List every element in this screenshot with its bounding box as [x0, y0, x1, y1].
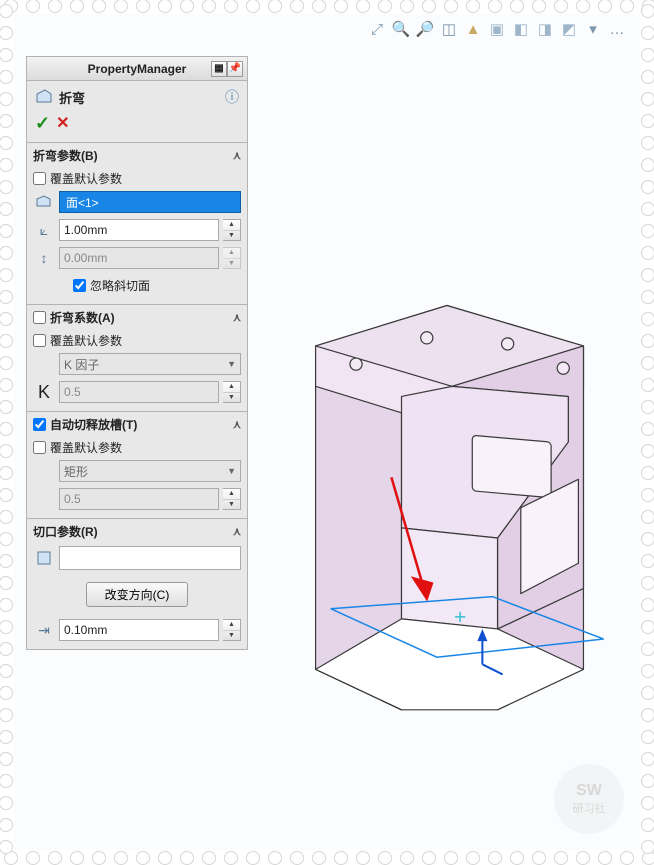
auto-relief-enable-checkbox[interactable] [33, 418, 46, 431]
k-factor-spinner[interactable]: ▲▼ [223, 381, 241, 403]
section-bend-params-header[interactable]: 折弯参数(B) ⋏ [27, 143, 247, 168]
pm-title-text: PropertyManager [88, 62, 187, 76]
cancel-button[interactable]: ✕ [56, 113, 69, 134]
apply-scene-icon[interactable]: ◩ [558, 18, 580, 40]
section-label: 折弯参数(B) [33, 147, 233, 164]
gap-icon: ⇥ [33, 619, 55, 641]
property-manager-panel: PropertyManager ▦ 📌 折弯 ⓘ ✓ ✕ 折弯参数(B) ⋏ 覆… [26, 56, 248, 650]
zoom-prev-icon[interactable]: 🔎 [414, 18, 436, 40]
ignore-bevel-checkbox[interactable] [73, 279, 86, 292]
k-factor-input[interactable]: 0.5 [59, 381, 219, 403]
bend-radius-input[interactable]: 1.00mm [59, 219, 219, 241]
view-toolbar: ⤢ 🔍 🔎 ◫ ▲ ▣ ◧ ◨ ◩ ▾ … [270, 18, 634, 46]
watermark: SW 研习社 [554, 764, 624, 834]
bend-radius-spinner[interactable]: ▲▼ [223, 219, 241, 241]
override-label: 覆盖默认参数 [50, 170, 122, 187]
chevron-down-icon: ▼ [227, 466, 236, 476]
override-label: 覆盖默认参数 [50, 332, 122, 349]
rip-edges-icon [33, 547, 55, 569]
offset-spinner: ▲▼ [223, 247, 241, 269]
gap-spinner[interactable]: ▲▼ [223, 619, 241, 641]
view-settings-icon[interactable]: ▾ [582, 18, 604, 40]
allowance-type-dropdown[interactable]: K 因子 ▼ [59, 353, 241, 375]
override-label: 覆盖默认参数 [50, 439, 122, 456]
section-label: 自动切释放槽(T) [50, 416, 233, 433]
bend-radius-icon: ⟀ [33, 219, 55, 241]
gap-input[interactable]: 0.10mm [59, 619, 219, 641]
fixed-face-icon [33, 191, 55, 213]
command-title: 折弯 [59, 88, 219, 107]
keep-visible-icon[interactable]: ▦ [211, 61, 227, 77]
ok-button[interactable]: ✓ [35, 113, 50, 134]
section-auto-relief-header[interactable]: 自动切释放槽(T) ⋏ [27, 412, 247, 437]
face-selection-value: 面<1> [66, 194, 99, 211]
bend-feature-icon [35, 88, 53, 106]
section-bend-allowance-header[interactable]: 折弯系数(A) ⋏ [27, 305, 247, 330]
k-factor-icon: K [33, 382, 55, 403]
display-style-icon[interactable]: ▣ [486, 18, 508, 40]
relief-ratio-spinner[interactable]: ▲▼ [223, 488, 241, 510]
override-default-checkbox[interactable] [33, 172, 46, 185]
relief-type-dropdown[interactable]: 矩形 ▼ [59, 460, 241, 482]
collapse-icon: ⋏ [233, 418, 241, 431]
section-label: 切口参数(R) [33, 523, 233, 540]
zoom-fit-icon[interactable]: ⤢ [366, 18, 388, 40]
change-direction-button[interactable]: 改变方向(C) [86, 582, 189, 607]
rip-edges-selection[interactable] [59, 546, 241, 570]
override-default-checkbox[interactable] [33, 334, 46, 347]
section-rip-params-header[interactable]: 切口参数(R) ⋏ [27, 519, 247, 544]
collapse-icon: ⋏ [233, 149, 241, 162]
pm-title-bar: PropertyManager ▦ 📌 [27, 57, 247, 81]
view-orientation-icon[interactable]: ▲ [462, 18, 484, 40]
zoom-area-icon[interactable]: 🔍 [390, 18, 412, 40]
ignore-bevel-label: 忽略斜切面 [90, 277, 150, 294]
more-icon[interactable]: … [606, 18, 628, 40]
section-label: 折弯系数(A) [50, 309, 233, 326]
face-selection-box[interactable]: 面<1> [59, 191, 241, 213]
collapse-icon: ⋏ [233, 525, 241, 538]
offset-icon: ↕ [33, 247, 55, 269]
edit-appearance-icon[interactable]: ◨ [534, 18, 556, 40]
hide-show-icon[interactable]: ◧ [510, 18, 532, 40]
section-view-icon[interactable]: ◫ [438, 18, 460, 40]
pushpin-icon[interactable]: 📌 [227, 61, 243, 77]
graphics-viewport[interactable] [260, 50, 634, 844]
collapse-icon: ⋏ [233, 311, 241, 324]
chevron-down-icon: ▼ [227, 359, 236, 369]
bend-allowance-enable-checkbox[interactable] [33, 311, 46, 324]
override-default-checkbox[interactable] [33, 441, 46, 454]
offset-input: 0.00mm [59, 247, 219, 269]
help-icon[interactable]: ⓘ [225, 87, 239, 107]
relief-ratio-input[interactable]: 0.5 [59, 488, 219, 510]
